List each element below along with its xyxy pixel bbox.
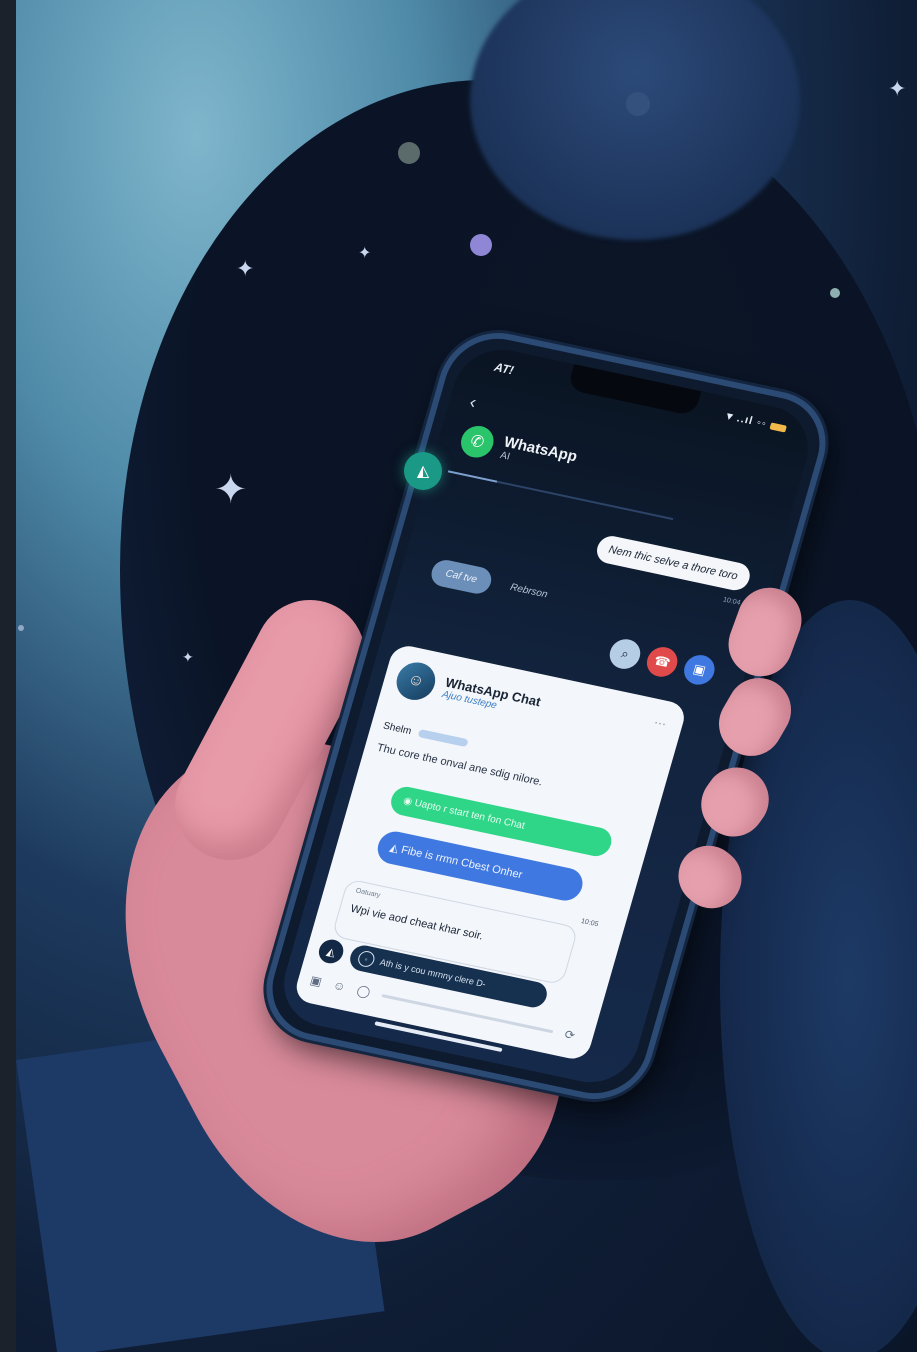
star-icon: ✦ [236,256,255,281]
star-icon: ✦ [358,245,372,262]
floating-button[interactable]: ◭ [404,452,442,490]
call-icon: ☎ [652,652,673,671]
message-timestamp: 10:04 [722,596,742,607]
more-options-icon[interactable]: ··· [652,715,668,731]
attach-button[interactable]: ◭ [316,937,347,966]
action-row: ⌕ ☎ ▣ [606,636,719,688]
blue-message-text: Fibe is rrmn Cbest Onher [399,844,524,882]
status-icons: ▾ ..ıl ◦◦ [725,409,788,434]
star-icon: ✦ [888,76,907,101]
quote-label: Oatuary [354,887,382,900]
reply-chip[interactable]: Caf tve [428,557,495,597]
card-description: Thu core the onval ane sdig nilore. [375,741,544,789]
star-icon: ✦ [214,468,248,512]
message-timestamp: 10:05 [580,917,600,929]
planet-dot [470,234,492,256]
card-label: Shelm [381,720,413,738]
planet-dot [18,625,24,631]
chip-caption: Rebrson [508,581,549,601]
carrier-label: AT! [492,359,516,378]
label-pill [417,729,469,748]
call-button[interactable]: ☎ [643,644,681,680]
chat-header[interactable]: ✆ WhatsApp AI [457,422,579,478]
emoji-icon[interactable]: ☺ [331,978,347,994]
ai-icon: ◦ [356,949,377,969]
battery-icon [769,422,788,433]
mic-icon[interactable]: ◯ [355,983,372,999]
whatsapp-logo-icon: ✆ [457,422,498,461]
camera-icon[interactable]: ▣ [309,973,324,989]
planet-dot [830,288,840,298]
outgoing-message[interactable]: Nem thic selve a thore toro [593,533,754,593]
green-message-text: Uapto r start ten fon Chat [413,797,527,832]
scene: ✦ ✦ ✦ ✦ ✦ AT! ▾ ..ıl ◦◦ ‹ ✆ WhatsApp AI [0,0,917,1352]
chat-card: ☺ WhatsApp Chat Ajuo tustepe ··· Shelm T… [292,642,689,1062]
left-border [0,0,16,1352]
signal-icon: ▾ ..ıl ◦◦ [725,410,769,431]
quote-text: Wpi vie aod cheat khar soir. [349,902,485,943]
refresh-icon[interactable]: ⟳ [563,1027,577,1043]
back-button[interactable]: ‹ [467,392,478,413]
tab-indicator [447,470,498,483]
bell-icon: ◭ [416,463,430,480]
planet-dot [398,142,420,164]
planet-dot [626,92,650,116]
search-button[interactable]: ⌕ [606,636,644,672]
star-icon: ✦ [182,649,194,665]
search-icon: ⌕ [619,645,631,662]
video-icon: ▣ [691,660,708,678]
video-button[interactable]: ▣ [680,652,719,688]
